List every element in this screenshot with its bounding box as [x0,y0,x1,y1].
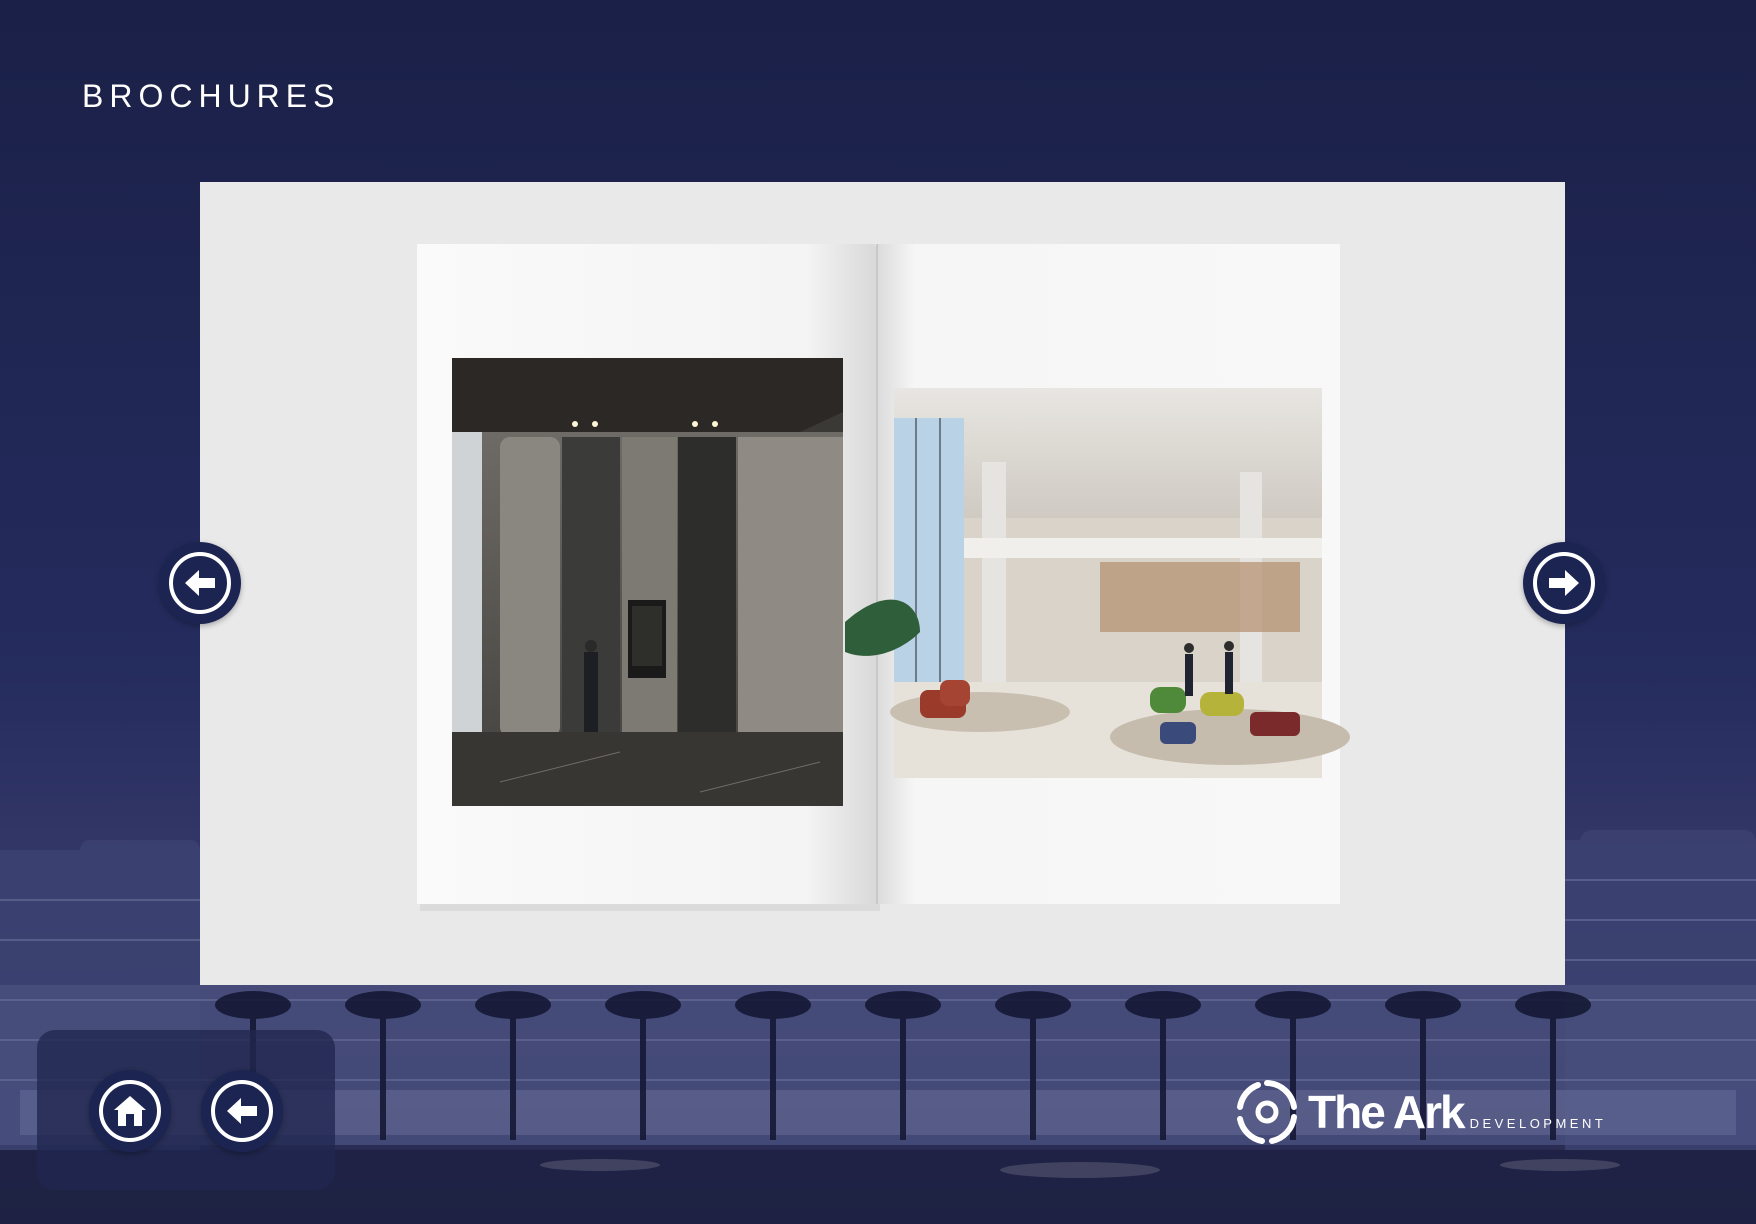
back-button[interactable] [201,1070,283,1152]
arrow-left-circle-icon [211,1080,273,1142]
ark-logo-mark-icon [1237,1080,1297,1144]
home-icon [99,1080,161,1142]
bottom-nav-panel [37,1030,335,1190]
brand-name: The Ark [1308,1086,1466,1138]
arrow-right-circle-icon [1533,552,1595,614]
lift-lobby-photo [452,358,843,806]
brand-tagline: DEVELOPMENT [1469,1115,1607,1131]
brand-logo: The Ark DEVELOPMENT [1234,1072,1606,1152]
office-atrium-photo [890,388,1350,778]
brochure-viewer[interactable] [200,182,1565,985]
arrow-left-circle-icon [169,552,231,614]
next-page-button[interactable] [1523,542,1605,624]
page-title: BROCHURES [82,78,341,114]
left-page [417,244,875,904]
brochure-spread [417,244,1350,911]
previous-page-button[interactable] [159,542,241,624]
home-button[interactable] [89,1070,171,1152]
right-page [876,244,1350,904]
